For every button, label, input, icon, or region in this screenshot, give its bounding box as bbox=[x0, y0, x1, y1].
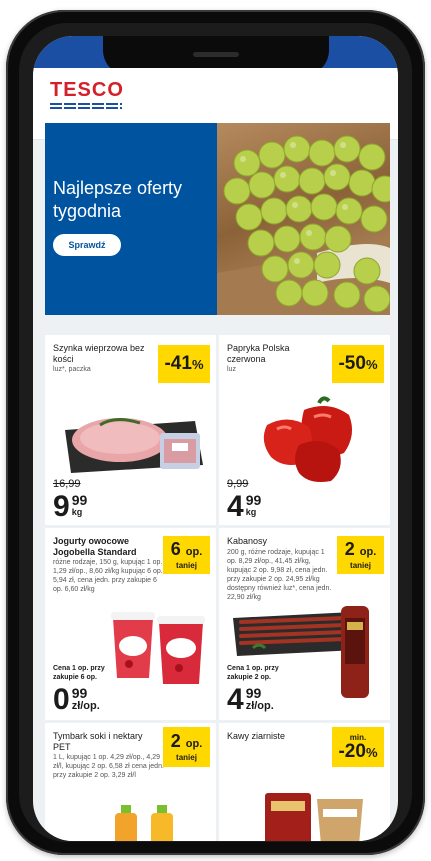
badge-value: -50 bbox=[338, 353, 366, 374]
price-decimal: 99 bbox=[71, 685, 88, 701]
badge-unit: % bbox=[191, 357, 204, 372]
product-description: różne rodzaje, 150 g, kupując 1 op. 1,29… bbox=[53, 559, 163, 593]
price-decimal: 99 bbox=[245, 492, 262, 508]
badge-value: 2 bbox=[344, 539, 355, 559]
tesco-logo[interactable]: TESCO bbox=[50, 80, 124, 109]
old-price: 16,99 bbox=[53, 478, 81, 490]
price-condition: Cena 1 op. przy zakupie 6 op. bbox=[53, 665, 105, 681]
product-description: 1 L, kupując 1 op. 4,29 zł/op., 4,29 zł/… bbox=[53, 754, 164, 779]
badge-subtext: taniej bbox=[176, 561, 197, 570]
badge-subtext: taniej bbox=[176, 753, 197, 762]
grapes-image bbox=[217, 123, 390, 315]
badge-value: 6 bbox=[170, 539, 181, 559]
product-card-yogurt[interactable]: Jogurty owocowe Jogobella Standard różne… bbox=[45, 528, 216, 720]
product-title: Jogurty owocowe Jogobella Standard bbox=[53, 536, 137, 557]
discount-badge: -41% bbox=[158, 345, 210, 383]
product-title: Szynka wieprzowa bez kości bbox=[53, 343, 145, 364]
current-price: 0 99 zł/op. bbox=[53, 683, 100, 716]
old-price: 9,99 bbox=[227, 478, 249, 490]
product-title: Kawy ziarniste bbox=[227, 731, 286, 741]
juice-image bbox=[109, 805, 199, 841]
discount-badge: 2 op. taniej bbox=[163, 727, 210, 767]
product-description: 200 g, różne rodzaje, kupując 1 op. 8,29… bbox=[227, 549, 332, 601]
yogurt-image bbox=[109, 608, 209, 693]
discount-badge: min. -20% bbox=[332, 727, 384, 767]
product-title: Kabanosy bbox=[227, 536, 268, 546]
product-description: luz*, paczka bbox=[53, 366, 91, 373]
logo-stripes bbox=[50, 103, 122, 109]
product-card-kabanosy[interactable]: Kabanosy 200 g, różne rodzaje, kupując 1… bbox=[219, 528, 390, 720]
hero-banner[interactable]: Najlepsze oferty tygodnia Sprawdź bbox=[45, 123, 390, 315]
badge-unit: op. bbox=[359, 546, 377, 558]
ham-image bbox=[65, 395, 205, 480]
price-unit: kg bbox=[71, 507, 83, 517]
product-description: luz bbox=[227, 366, 236, 373]
price-unit: zł/op. bbox=[71, 700, 100, 712]
price-integer: 4 bbox=[227, 683, 244, 716]
discount-badge: 6 op. taniej bbox=[163, 536, 210, 574]
product-card-pepper[interactable]: Papryka Polska czerwona luz -50% 9,99 4 … bbox=[219, 335, 390, 525]
badge-unit: op. bbox=[185, 546, 203, 558]
price-integer: 0 bbox=[53, 683, 70, 716]
badge-unit: % bbox=[365, 357, 378, 372]
discount-badge: -50% bbox=[332, 345, 384, 383]
price-decimal: 99 bbox=[71, 492, 88, 508]
logo-text: TESCO bbox=[50, 79, 124, 101]
badge-unit: % bbox=[365, 744, 378, 760]
product-title: Papryka Polska czerwona bbox=[227, 343, 290, 364]
pepper-image bbox=[259, 395, 359, 490]
product-title: Tymbark soki i nektary PET bbox=[53, 731, 143, 752]
phone-screen: TESCO Najlepsze oferty tygodnia Sprawdź bbox=[33, 36, 398, 841]
price-integer: 4 bbox=[227, 490, 244, 523]
current-price: 4 99 zł/op. bbox=[227, 683, 274, 716]
price-unit: zł/op. bbox=[245, 700, 274, 712]
badge-value: -20 bbox=[338, 740, 366, 762]
badge-value: 2 bbox=[170, 731, 181, 751]
current-price: 9 99 kg bbox=[53, 490, 88, 523]
product-card-juice[interactable]: Tymbark soki i nektary PET 1 L, kupując … bbox=[45, 723, 216, 841]
product-card-coffee[interactable]: Kawy ziarniste min. -20% bbox=[219, 723, 390, 841]
price-condition: Cena 1 op. przy zakupie 2 op. bbox=[227, 665, 279, 681]
hero-check-button[interactable]: Sprawdź bbox=[53, 234, 121, 256]
badge-value: -41 bbox=[164, 353, 192, 374]
price-unit: kg bbox=[245, 507, 257, 517]
coffee-image bbox=[259, 783, 369, 841]
speaker-grille bbox=[193, 52, 239, 57]
product-card-ham[interactable]: Szynka wieprzowa bez kości luz*, paczka … bbox=[45, 335, 216, 525]
current-price: 4 99 kg bbox=[227, 490, 262, 523]
discount-badge: 2 op. taniej bbox=[337, 536, 384, 574]
hero-title: Najlepsze oferty tygodnia bbox=[53, 178, 183, 221]
badge-unit: op. bbox=[185, 738, 203, 750]
price-decimal: 99 bbox=[245, 685, 262, 701]
badge-subtext: taniej bbox=[350, 561, 371, 570]
price-integer: 9 bbox=[53, 490, 70, 523]
